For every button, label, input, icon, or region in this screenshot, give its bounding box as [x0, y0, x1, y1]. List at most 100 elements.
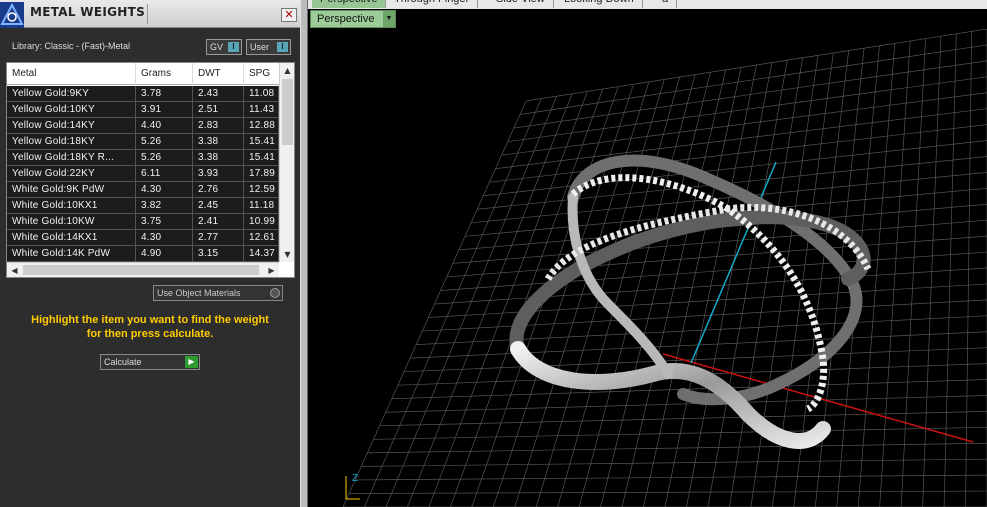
- column-header-spg[interactable]: SPG: [244, 63, 279, 85]
- cell-dwt: 3.38: [193, 134, 244, 150]
- cell-spg: 17.89: [244, 166, 279, 182]
- cell-grams: 3.82: [136, 198, 193, 214]
- panel-titlebar[interactable]: METAL WEIGHTS ✕: [0, 0, 300, 28]
- cell-grams: 3.91: [136, 102, 193, 118]
- metal-weights-panel: METAL WEIGHTS ✕ Library: Classic - (Fast…: [0, 0, 300, 507]
- tab-looking-down[interactable]: Looking Down: [556, 0, 643, 8]
- cell-spg: 12.61: [244, 230, 279, 246]
- cell-spg: 15.41: [244, 150, 279, 166]
- view-select-dropdown[interactable]: Perspective ▼: [310, 10, 396, 28]
- table-row[interactable]: Yellow Gold:18KY R... 5.26 3.38 15.41: [7, 150, 279, 166]
- table-row[interactable]: Yellow Gold:10KY 3.91 2.51 11.43: [7, 102, 279, 118]
- cell-dwt: 2.43: [193, 86, 244, 102]
- tab-extra[interactable]: a: [654, 0, 678, 8]
- cell-grams: 3.75: [136, 214, 193, 230]
- gv-toggle[interactable]: GV I: [206, 39, 242, 55]
- cell-spg: 14.37: [244, 246, 279, 262]
- cell-dwt: 2.45: [193, 198, 244, 214]
- use-object-materials-label: Use Object Materials: [157, 288, 241, 298]
- cell-metal: White Gold:10KW: [7, 214, 136, 230]
- cell-spg: 12.59: [244, 182, 279, 198]
- titlebar-divider: [147, 4, 148, 24]
- scroll-thumb[interactable]: [23, 265, 259, 275]
- cell-metal: Yellow Gold:10KY: [7, 102, 136, 118]
- user-toggle[interactable]: User I: [246, 39, 291, 55]
- cell-grams: 3.78: [136, 86, 193, 102]
- table-row[interactable]: White Gold:9K PdW 4.30 2.76 12.59: [7, 182, 279, 198]
- scroll-left-icon[interactable]: ◀: [7, 263, 22, 278]
- scroll-down-icon[interactable]: ▼: [280, 247, 295, 262]
- cell-grams: 5.26: [136, 134, 193, 150]
- cell-spg: 10.99: [244, 214, 279, 230]
- cell-dwt: 3.38: [193, 150, 244, 166]
- close-button[interactable]: ✕: [281, 8, 297, 22]
- cell-dwt: 2.41: [193, 214, 244, 230]
- cell-metal: Yellow Gold:14KY: [7, 118, 136, 134]
- vertical-scrollbar[interactable]: ▲ ▼: [279, 63, 294, 262]
- cell-spg: 15.41: [244, 134, 279, 150]
- column-header-grams[interactable]: Grams: [136, 63, 193, 85]
- cell-dwt: 2.83: [193, 118, 244, 134]
- cell-dwt: 2.77: [193, 230, 244, 246]
- table-row[interactable]: White Gold:10KX1 3.82 2.45 11.18: [7, 198, 279, 214]
- viewport-tabbar: Perspective Through Finger Side View Loo…: [308, 0, 987, 9]
- panel-splitter[interactable]: [300, 0, 308, 507]
- table-row[interactable]: Yellow Gold:14KY 4.40 2.83 12.88: [7, 118, 279, 134]
- cell-dwt: 3.15: [193, 246, 244, 262]
- app-window: METAL WEIGHTS ✕ Library: Classic - (Fast…: [0, 0, 987, 507]
- cell-grams: 4.30: [136, 230, 193, 246]
- cell-spg: 11.43: [244, 102, 279, 118]
- column-header-dwt[interactable]: DWT: [193, 63, 244, 85]
- tab-side-view[interactable]: Side View: [488, 0, 554, 8]
- cell-spg: 12.88: [244, 118, 279, 134]
- gv-label: GV: [210, 42, 224, 52]
- cell-grams: 4.90: [136, 246, 193, 262]
- cell-grams: 5.26: [136, 150, 193, 166]
- cell-grams: 4.40: [136, 118, 193, 134]
- ground-grid: [342, 29, 987, 507]
- play-arrow-icon: ▶: [185, 356, 198, 368]
- cell-metal: White Gold:10KX1: [7, 198, 136, 214]
- ring-model: [509, 154, 872, 449]
- cell-spg: 11.18: [244, 198, 279, 214]
- table-row[interactable]: White Gold:14KX1 4.30 2.77 12.61: [7, 230, 279, 246]
- cell-spg: 11.08: [244, 86, 279, 102]
- instructions-line-2: for then press calculate.: [86, 328, 214, 340]
- calculate-label: Calculate: [104, 357, 142, 367]
- use-object-materials-toggle[interactable]: Use Object Materials: [153, 285, 283, 301]
- table-row[interactable]: Yellow Gold:18KY 5.26 3.38 15.41: [7, 134, 279, 150]
- table-row[interactable]: Yellow Gold:22KY 6.11 3.93 17.89: [7, 166, 279, 182]
- chevron-down-icon: ▼: [383, 11, 395, 27]
- 3d-viewport[interactable]: Z: [308, 29, 987, 507]
- metal-table: Metal Grams DWT SPG Yellow Gold:9KY 3.78 2…: [6, 62, 295, 278]
- toggle-indicator-icon: I: [228, 42, 239, 52]
- user-label: User: [250, 42, 270, 52]
- horizontal-scrollbar[interactable]: ◀ ▶: [7, 262, 279, 277]
- cell-dwt: 2.51: [193, 102, 244, 118]
- table-body: Yellow Gold:9KY 3.78 2.43 11.08 Yellow Gold:…: [7, 86, 279, 262]
- cell-dwt: 2.76: [193, 182, 244, 198]
- table-row[interactable]: White Gold:14K PdW 4.90 3.15 14.37: [7, 246, 279, 262]
- table-row[interactable]: Yellow Gold:9KY 3.78 2.43 11.08: [7, 86, 279, 102]
- panel-title: METAL WEIGHTS: [30, 5, 146, 19]
- calculate-button[interactable]: Calculate ▶: [100, 354, 200, 370]
- scroll-up-icon[interactable]: ▲: [280, 63, 295, 78]
- cell-metal: Yellow Gold:18KY: [7, 134, 136, 150]
- cell-metal: Yellow Gold:18KY R...: [7, 150, 136, 166]
- radio-knob-icon: [270, 288, 280, 298]
- tab-through-finger[interactable]: Through Finger: [386, 0, 479, 8]
- axis-z-label: Z: [352, 473, 358, 484]
- cell-dwt: 3.93: [193, 166, 244, 182]
- scroll-thumb[interactable]: [282, 79, 293, 145]
- cell-metal: Yellow Gold:22KY: [7, 166, 136, 182]
- table-row[interactable]: White Gold:10KW 3.75 2.41 10.99: [7, 214, 279, 230]
- cell-grams: 4.30: [136, 182, 193, 198]
- instructions-text: Highlight the item you want to find the …: [10, 313, 290, 341]
- column-header-metal[interactable]: Metal: [7, 63, 136, 85]
- tab-perspective[interactable]: Perspective: [312, 0, 387, 8]
- table-header: Metal Grams DWT SPG: [7, 63, 279, 85]
- view-select-value: Perspective: [317, 13, 375, 25]
- toggle-indicator-icon: I: [277, 42, 288, 52]
- scroll-right-icon[interactable]: ▶: [264, 263, 279, 278]
- instructions-line-1: Highlight the item you want to find the …: [31, 314, 269, 326]
